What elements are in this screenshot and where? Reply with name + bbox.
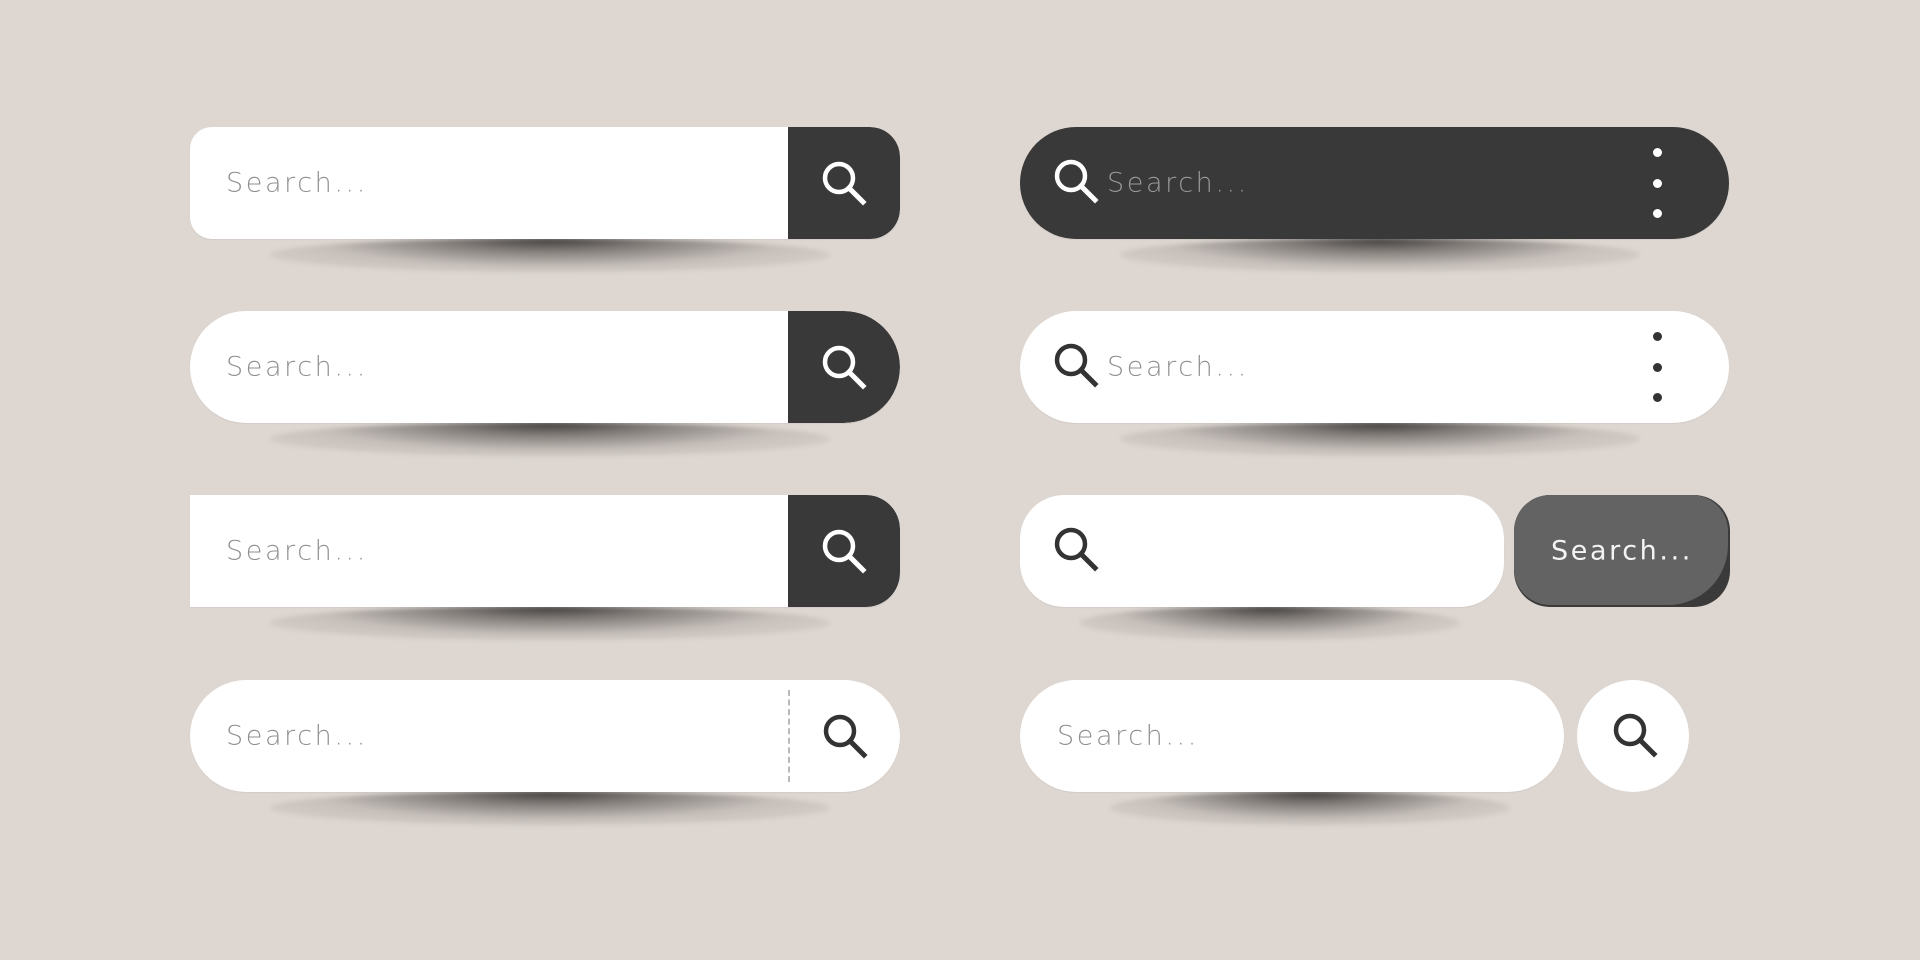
bar-shadow: [270, 791, 830, 825]
search-button[interactable]: [788, 127, 900, 239]
bar-shadow: [270, 606, 830, 640]
search-bar-left-1: [190, 127, 900, 239]
search-bar-right-1: [1020, 127, 1729, 239]
search-icon: [816, 339, 872, 395]
bar-shadow: [270, 422, 830, 456]
bar-shadow: [1110, 791, 1510, 825]
kebab-dot: [1652, 393, 1662, 402]
search-input[interactable]: [1055, 719, 1539, 753]
search-bar-left-2: [190, 311, 900, 423]
search-input[interactable]: [224, 166, 768, 200]
search-button[interactable]: [788, 495, 900, 607]
search-icon: [1048, 521, 1104, 577]
kebab-menu-icon[interactable]: [1647, 148, 1667, 218]
kebab-dot: [1652, 332, 1662, 341]
search-icon[interactable]: [1048, 153, 1104, 209]
search-button-label: Search...: [1551, 535, 1693, 567]
bar-shadow: [1080, 606, 1460, 640]
kebab-dot: [1652, 362, 1662, 372]
bar-shadow: [270, 238, 830, 272]
kebab-menu-icon[interactable]: [1647, 332, 1667, 402]
search-icon[interactable]: [1048, 337, 1104, 393]
search-text-button[interactable]: Search...: [1514, 495, 1730, 607]
search-button[interactable]: [790, 680, 900, 792]
search-bar-right-3: [1020, 495, 1504, 607]
kebab-dot: [1652, 148, 1662, 157]
search-button[interactable]: [788, 311, 900, 423]
search-circle-button[interactable]: [1577, 680, 1689, 792]
search-input[interactable]: [224, 350, 768, 384]
search-bar-left-3: [190, 495, 900, 607]
search-input[interactable]: [224, 719, 768, 753]
search-input[interactable]: [1105, 166, 1589, 200]
search-bar-left-4: [190, 680, 900, 792]
bar-shadow: [1120, 422, 1640, 456]
search-bar-right-2: [1020, 311, 1729, 423]
search-icon: [816, 155, 872, 211]
search-icon: [1607, 707, 1663, 763]
search-input[interactable]: [224, 534, 768, 568]
kebab-dot: [1652, 209, 1662, 218]
bar-shadow: [1120, 238, 1640, 272]
kebab-dot: [1652, 178, 1662, 188]
search-input[interactable]: [1115, 534, 1479, 568]
search-bar-showcase: Search...: [0, 0, 1920, 960]
search-icon: [816, 523, 872, 579]
search-bar-right-4: [1020, 680, 1564, 792]
search-input[interactable]: [1105, 350, 1589, 384]
search-icon: [817, 708, 873, 764]
